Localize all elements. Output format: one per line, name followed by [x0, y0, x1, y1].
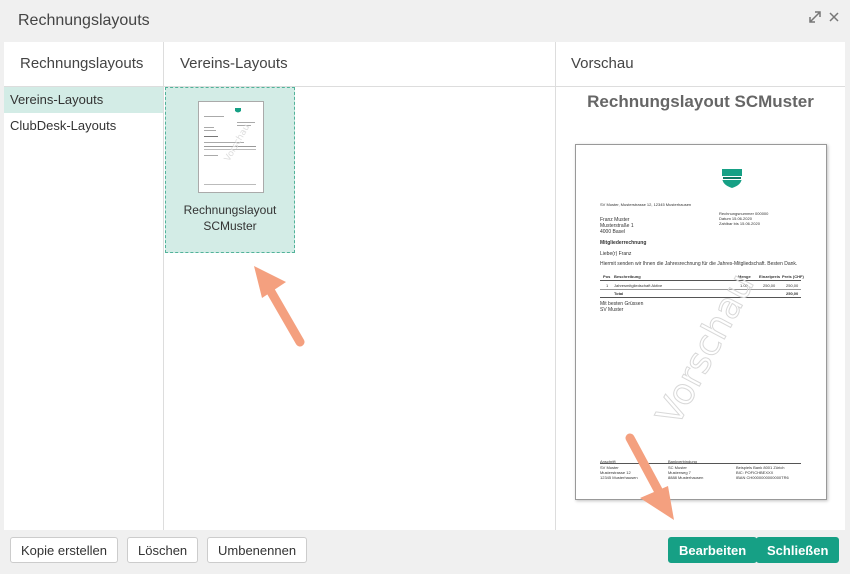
doc-salutation: Liebe(r) Franz: [600, 251, 632, 257]
invoice-layouts-dialog: Rechnungslayouts Rechnungslayouts Verein…: [0, 0, 850, 574]
doc-meta-3: Zahlbar bis 15.06.2020: [719, 221, 760, 226]
close-icon[interactable]: [828, 10, 840, 27]
dialog-footer: Kopie erstellen Löschen Umbenennen Bearb…: [4, 530, 845, 570]
doc-footer-rule: [600, 463, 801, 464]
layout-tile-scmuster[interactable]: Vorschau Rechnungslayout SCMuster: [165, 87, 295, 253]
sidebar-item-clubdesk-layouts[interactable]: ClubDesk-Layouts: [4, 113, 163, 139]
doc-footer-col3-3: IBAN CH0000000000000TR6: [736, 475, 789, 480]
doc-closing-2: SV Muster: [600, 307, 624, 313]
layout-tile-name-line2: SCMuster: [203, 219, 257, 233]
vereins-layouts-column: Vereins-Layouts Vorschau Rechnungslayout…: [164, 42, 556, 530]
layouts-category-column: Rechnungslayouts Vereins-Layouts ClubDes…: [4, 42, 164, 530]
layouts-column-header: Rechnungslayouts: [4, 42, 163, 87]
layout-tile-name-line1: Rechnungslayout: [183, 203, 277, 217]
doc-footer-col1-3: 12345 Musterhausen: [600, 475, 638, 480]
maximize-icon[interactable]: [808, 10, 822, 27]
dialog-title: Rechnungslayouts: [18, 12, 150, 29]
delete-button[interactable]: Löschen: [127, 537, 199, 563]
thumbnail-drawing: Vorschau: [204, 108, 256, 185]
doc-footer-col2-3: 8888 Musterhausen: [668, 475, 704, 480]
preview-watermark: Vorschau: [649, 267, 764, 433]
invoice-preview-document: SV Muster, Musterstrasse 12, 12345 Muste…: [575, 144, 827, 500]
preview-column: Vorschau Rechnungslayout SCMuster SV Mus…: [556, 42, 845, 530]
vereins-column-header: Vereins-Layouts: [164, 42, 555, 87]
layout-thumbnail: Vorschau: [198, 101, 264, 193]
preview-title: Rechnungslayout SCMuster: [587, 92, 814, 111]
edit-button[interactable]: Bearbeiten: [668, 537, 758, 563]
doc-th-pos: Pos: [603, 274, 611, 279]
dialog-titlebar: Rechnungslayouts: [0, 0, 850, 42]
doc-footer-col2-head: Bankverbindung: [668, 459, 697, 464]
preview-column-header: Vorschau: [556, 42, 845, 87]
doc-sender-line: SV Muster, Musterstrasse 12, 12345 Muste…: [600, 202, 692, 207]
doc-total-label: Total: [614, 291, 624, 296]
sidebar-item-vereins-layouts[interactable]: Vereins-Layouts: [4, 87, 163, 113]
close-button[interactable]: Schließen: [756, 537, 840, 563]
main-panel: Rechnungslayouts Vereins-Layouts ClubDes…: [4, 42, 845, 530]
watermark-text: Vorschau: [649, 267, 763, 432]
copy-button[interactable]: Kopie erstellen: [10, 537, 118, 563]
rename-button[interactable]: Umbenennen: [207, 537, 308, 563]
doc-td-pos: 1: [606, 283, 609, 288]
club-logo-icon: [721, 169, 743, 188]
doc-recipient-3: 4000 Basel: [600, 229, 626, 235]
layout-tile-label: Rechnungslayout SCMuster: [166, 202, 294, 234]
svg-text:Vorschau: Vorschau: [223, 123, 252, 164]
doc-footer-col1-head: Anschrift: [600, 459, 616, 464]
